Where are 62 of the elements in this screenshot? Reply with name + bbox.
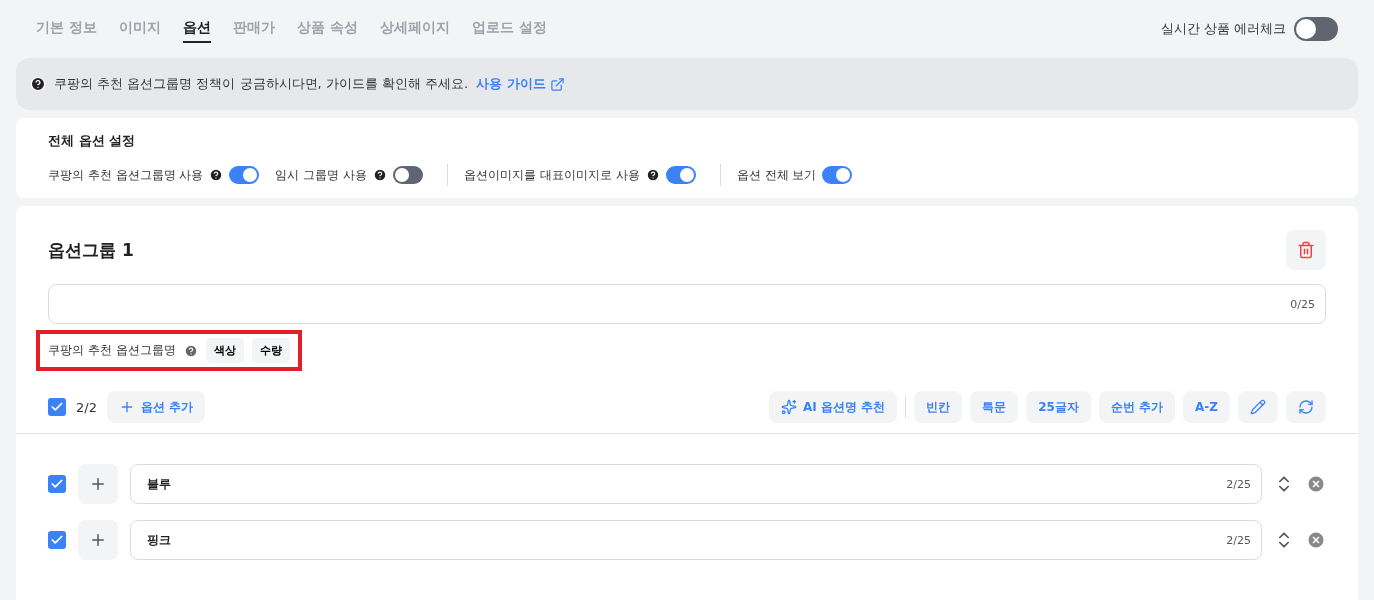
pencil-icon — [1250, 399, 1266, 415]
toggle-switch[interactable] — [822, 166, 853, 184]
section-title: 전체 옵션 설정 — [48, 132, 137, 150]
delete-button[interactable] — [1286, 230, 1326, 270]
char-counter: 2/25 — [1226, 533, 1251, 547]
tab[interactable]: 판매가 — [232, 15, 275, 43]
tab[interactable]: 업로드 설정 — [471, 15, 547, 43]
refresh-button[interactable] — [1286, 391, 1326, 423]
tool-button[interactable]: 빈칸 — [914, 391, 963, 423]
recommend-chip[interactable]: 색상 — [205, 338, 244, 363]
option-value: 핑크 — [147, 531, 171, 549]
toggle-switch[interactable] — [1294, 17, 1338, 41]
recommend-chip[interactable]: 수량 — [251, 338, 290, 363]
guide-link[interactable]: 사용 가이드 — [476, 75, 565, 93]
toggle-label: 옵션 전체 보기 — [736, 166, 817, 184]
help-icon — [30, 76, 46, 92]
toggle-switch[interactable] — [229, 166, 260, 184]
tool-button[interactable]: 특문 — [970, 391, 1019, 423]
help-icon — [183, 343, 198, 358]
tab[interactable]: 옵션 — [182, 15, 211, 43]
tab[interactable]: 이미지 — [118, 15, 161, 43]
input-field[interactable]: 핑크 2/25 — [130, 520, 1262, 560]
notice-text: 쿠팡의 추천 옵션그룹명 정책이 궁금하시다면, 가이드를 확인해 주세요. — [54, 75, 469, 93]
toggle-switch[interactable] — [665, 166, 696, 184]
add-button[interactable] — [78, 520, 118, 560]
toggle-switch[interactable] — [393, 166, 424, 184]
toggle-label: 옵션이미지를 대표이미지로 사용 — [464, 166, 640, 184]
plus-icon — [89, 475, 107, 493]
ai-recommend-button[interactable]: AI 옵션명 추천 — [769, 391, 898, 423]
tab[interactable]: 상품 속성 — [296, 15, 358, 43]
group-title: 옵션그룹 1 — [48, 238, 134, 262]
remove-icon[interactable] — [1306, 474, 1326, 494]
toggle-label: 쿠팡의 추천 옵션그룹명 사용 — [48, 166, 204, 184]
char-counter: 2/25 — [1226, 477, 1251, 491]
add-button[interactable] — [78, 464, 118, 504]
recommend-label: 쿠팡의 추천 옵션그룹명 — [48, 342, 176, 359]
checkbox[interactable] — [48, 398, 66, 416]
checkbox[interactable] — [48, 531, 66, 549]
refresh-icon — [1298, 399, 1314, 415]
tool-button[interactable]: A-Z — [1183, 391, 1230, 423]
edit-button[interactable] — [1238, 391, 1278, 423]
toggle-label: 실시간 상품 에러체크 — [1160, 20, 1286, 38]
add-option-button[interactable]: 옵션 추가 — [106, 391, 206, 423]
tab[interactable]: 상세페이지 — [379, 15, 450, 43]
tool-button[interactable]: 순번 추가 — [1098, 391, 1176, 423]
check-icon — [50, 533, 64, 547]
plus-icon — [89, 531, 107, 549]
char-counter: 0/25 — [1290, 297, 1315, 311]
input-field[interactable]: 블루 2/25 — [130, 464, 1262, 504]
check-icon — [50, 400, 64, 414]
sparkle-icon — [781, 399, 798, 415]
selected-count: 2/2 — [76, 399, 97, 415]
tab[interactable]: 기본 정보 — [36, 15, 97, 43]
external-link-icon — [549, 76, 565, 92]
input-field[interactable]: 0/25 — [48, 284, 1326, 324]
option-value: 블루 — [147, 475, 171, 493]
check-icon — [50, 477, 64, 491]
trash-icon — [1297, 241, 1315, 259]
toggle-label: 임시 그룹명 사용 — [275, 166, 368, 184]
tool-button[interactable]: 25글자 — [1026, 391, 1091, 423]
remove-icon[interactable] — [1306, 530, 1326, 550]
checkbox[interactable] — [48, 475, 66, 493]
